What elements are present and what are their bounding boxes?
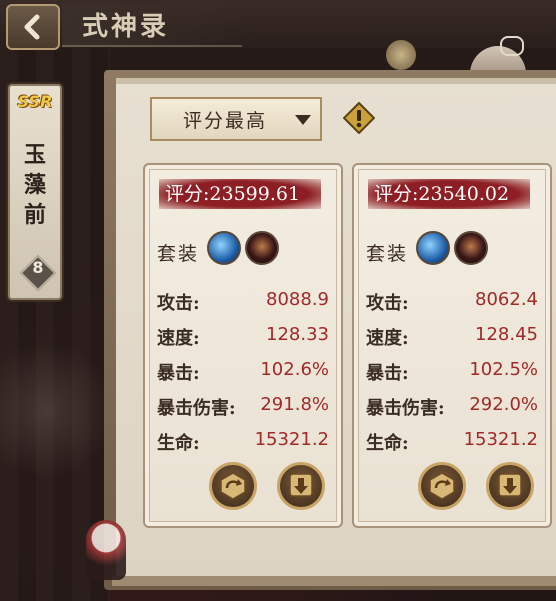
download-arrow-icon bbox=[289, 473, 313, 497]
stat-label: 暴击: bbox=[157, 363, 200, 384]
stat-row-speed: 速度: 128.45 bbox=[366, 324, 538, 352]
character-tab[interactable]: SSR 玉 藻 前 8 bbox=[8, 84, 62, 300]
character-name-char: 藻 bbox=[23, 172, 46, 198]
info-button[interactable] bbox=[342, 101, 376, 135]
stat-value: 128.33 bbox=[266, 324, 329, 345]
stat-value: 291.8% bbox=[260, 394, 329, 415]
soul-set-icon[interactable] bbox=[245, 231, 279, 265]
doll-decoration bbox=[86, 520, 126, 580]
sort-dropdown[interactable]: 评分最高 bbox=[150, 97, 322, 141]
set-label: 套装 bbox=[366, 243, 409, 265]
soul-set-icon[interactable] bbox=[454, 231, 488, 265]
swap-button[interactable] bbox=[418, 462, 466, 510]
swap-arrows-icon bbox=[429, 472, 455, 500]
exclamation-diamond-icon bbox=[342, 101, 376, 135]
stat-value: 15321.2 bbox=[254, 429, 329, 450]
stat-row-crit: 暴击: 102.5% bbox=[366, 359, 538, 387]
stat-row-attack: 攻击: 8088.9 bbox=[157, 289, 329, 317]
stat-row-hp: 生命: 15321.2 bbox=[366, 429, 538, 457]
stat-row-attack: 攻击: 8062.4 bbox=[366, 289, 538, 317]
page-title: 式神录 bbox=[82, 12, 170, 42]
stat-label: 速度: bbox=[157, 328, 200, 349]
rarity-badge: SSR bbox=[17, 92, 53, 111]
panel-top-border bbox=[116, 78, 556, 84]
stat-value: 292.0% bbox=[469, 394, 538, 415]
stat-label: 生命: bbox=[366, 433, 409, 454]
stat-label: 暴击伤害: bbox=[366, 398, 445, 419]
triangle-down-icon bbox=[295, 115, 311, 125]
set-row: 套装 bbox=[366, 231, 546, 271]
sort-dropdown-label: 评分最高 bbox=[182, 109, 267, 132]
equip-button[interactable] bbox=[277, 462, 325, 510]
stat-row-crit-damage: 暴击伤害: 291.8% bbox=[157, 394, 329, 422]
background-pattern bbox=[0, 330, 115, 530]
level-text: 8 bbox=[32, 258, 44, 277]
soul-set-card[interactable]: 评分:23599.61 套装 攻击: 8088.9 速度: 128.33 暴击:… bbox=[143, 163, 343, 528]
equip-button[interactable] bbox=[486, 462, 534, 510]
stat-row-crit: 暴击: 102.6% bbox=[157, 359, 329, 387]
download-arrow-icon bbox=[498, 473, 522, 497]
stat-value: 8088.9 bbox=[266, 289, 329, 310]
soul-set-card[interactable]: 评分:23540.02 套装 攻击: 8062.4 速度: 128.45 暴击:… bbox=[352, 163, 552, 528]
stat-label: 攻击: bbox=[157, 293, 200, 314]
score-badge: 评分:23540.02 bbox=[368, 179, 530, 209]
stat-row-crit-damage: 暴击伤害: 292.0% bbox=[366, 394, 538, 422]
stat-value: 102.6% bbox=[260, 359, 329, 380]
stat-value: 102.5% bbox=[469, 359, 538, 380]
stat-label: 攻击: bbox=[366, 293, 409, 314]
stat-value: 15321.2 bbox=[463, 429, 538, 450]
stat-label: 暴击: bbox=[366, 363, 409, 384]
chevron-left-icon bbox=[24, 14, 40, 40]
character-name-char: 前 bbox=[23, 202, 46, 228]
soul-set-icon[interactable] bbox=[207, 231, 241, 265]
stat-value: 128.45 bbox=[475, 324, 538, 345]
set-label: 套装 bbox=[157, 243, 200, 265]
stat-label: 暴击伤害: bbox=[157, 398, 236, 419]
panel-bottom-border bbox=[112, 576, 556, 586]
stat-label: 速度: bbox=[366, 328, 409, 349]
score-badge: 评分:23599.61 bbox=[159, 179, 321, 209]
stat-label: 生命: bbox=[157, 433, 200, 454]
set-row: 套装 bbox=[157, 231, 337, 271]
swap-arrows-icon bbox=[220, 472, 246, 500]
stat-row-hp: 生命: 15321.2 bbox=[157, 429, 329, 457]
stat-row-speed: 速度: 128.33 bbox=[157, 324, 329, 352]
soul-set-icon[interactable] bbox=[416, 231, 450, 265]
character-name: 玉 藻 前 bbox=[10, 140, 60, 230]
swap-button[interactable] bbox=[209, 462, 257, 510]
lantern-decoration bbox=[386, 40, 416, 70]
character-name-char: 玉 bbox=[23, 142, 46, 168]
stat-value: 8062.4 bbox=[475, 289, 538, 310]
back-button[interactable] bbox=[6, 4, 60, 50]
chat-bubble-icon[interactable] bbox=[500, 36, 524, 56]
